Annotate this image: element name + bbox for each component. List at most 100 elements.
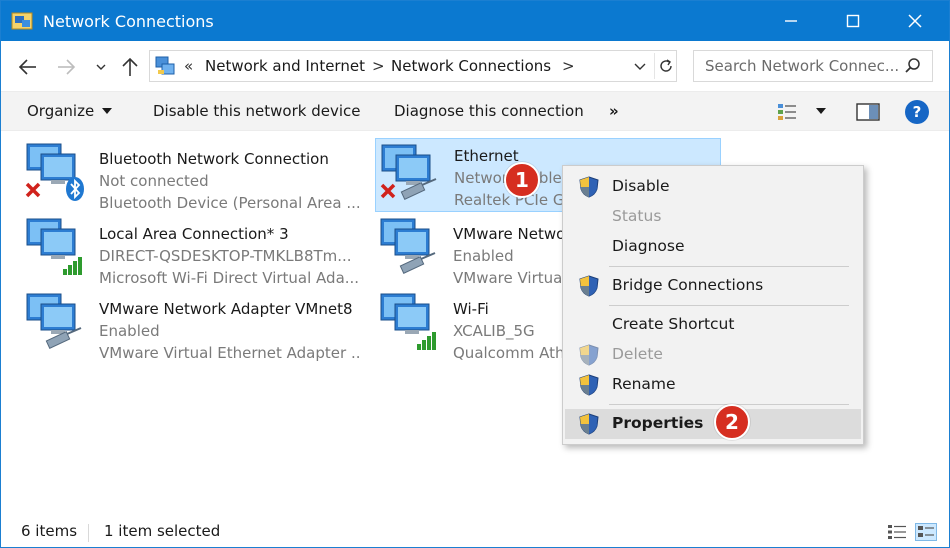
item-count: 6 items bbox=[21, 522, 78, 540]
more-commands-button[interactable]: » bbox=[609, 102, 619, 120]
tiles-view-icon[interactable] bbox=[915, 523, 937, 541]
bluetooth-icon bbox=[66, 177, 84, 201]
chevron-down-icon bbox=[634, 63, 646, 70]
network-adapter-icon bbox=[26, 293, 82, 349]
network-adapter-icon bbox=[380, 218, 436, 274]
connection-name: Bluetooth Network Connection bbox=[99, 150, 329, 168]
connection-name: Ethernet bbox=[454, 147, 519, 165]
refresh-button[interactable] bbox=[654, 53, 676, 79]
connection-device: Bluetooth Device (Personal Area ... bbox=[99, 194, 361, 212]
arrow-right-icon bbox=[58, 59, 76, 75]
uac-shield-icon bbox=[579, 344, 599, 366]
menu-item-disable[interactable]: Disable bbox=[565, 172, 861, 202]
minimize-icon bbox=[785, 20, 797, 22]
search-box[interactable]: Search Network Connec... bbox=[693, 50, 933, 82]
window: Network Connections « Network and Intern… bbox=[0, 0, 950, 548]
window-title: Network Connections bbox=[43, 12, 214, 31]
menu-item-diagnose[interactable]: Diagnose bbox=[565, 232, 861, 262]
connection-name: VMware Network Adapter VMnet8 bbox=[99, 300, 353, 318]
menu-item-bridge-connections[interactable]: Bridge Connections bbox=[565, 271, 861, 301]
maximize-icon bbox=[846, 14, 860, 28]
recent-locations-button[interactable] bbox=[93, 55, 109, 79]
uac-shield-icon bbox=[579, 275, 599, 297]
breadcrumb-separator[interactable]: > bbox=[562, 57, 575, 75]
address-dropdown-button[interactable] bbox=[634, 57, 646, 75]
menu-item-label: Disable bbox=[612, 177, 670, 195]
maximize-button[interactable] bbox=[823, 1, 883, 41]
wifi-signal-icon bbox=[63, 257, 82, 275]
network-folder-icon bbox=[11, 12, 33, 30]
breadcrumb-network-connections[interactable]: Network Connections bbox=[391, 57, 551, 75]
uac-shield-icon bbox=[579, 374, 599, 396]
view-options-dropdown[interactable] bbox=[816, 108, 826, 114]
menu-separator bbox=[609, 266, 849, 267]
close-icon bbox=[908, 14, 922, 28]
red-x-icon bbox=[380, 183, 396, 199]
back-button[interactable] bbox=[15, 55, 41, 79]
navigation-bar: « Network and Internet > Network Connect… bbox=[1, 41, 949, 91]
minimize-button[interactable] bbox=[761, 1, 821, 41]
up-button[interactable] bbox=[117, 55, 143, 79]
refresh-icon bbox=[659, 59, 672, 72]
status-separator bbox=[88, 524, 89, 542]
arrow-left-icon bbox=[18, 59, 36, 75]
command-bar: Organize Disable this network device Dia… bbox=[1, 91, 949, 131]
wifi-signal-icon bbox=[417, 332, 436, 350]
network-location-icon bbox=[155, 56, 175, 75]
menu-item-create-shortcut[interactable]: Create Shortcut bbox=[565, 310, 861, 340]
menu-item-label: Create Shortcut bbox=[612, 315, 735, 333]
status-bar: 6 items 1 item selected bbox=[1, 516, 949, 548]
menu-item-rename[interactable]: Rename bbox=[565, 370, 861, 400]
diagnose-connection-button[interactable]: Diagnose this connection bbox=[394, 102, 584, 120]
menu-item-label: Status bbox=[612, 207, 662, 225]
menu-separator bbox=[609, 305, 849, 306]
network-adapter-icon bbox=[25, 143, 84, 201]
connection-status: Enabled bbox=[99, 322, 160, 340]
connection-item-vmware-vmnet8[interactable]: VMware Network Adapter VMnet8 Enabled VM… bbox=[23, 290, 363, 362]
caret-down-icon bbox=[102, 108, 113, 114]
help-button[interactable]: ? bbox=[905, 100, 929, 124]
connection-name: Local Area Connection* 3 bbox=[99, 225, 289, 243]
breadcrumb-separator[interactable]: > bbox=[372, 57, 385, 75]
close-button[interactable] bbox=[885, 1, 945, 41]
menu-item-label: Bridge Connections bbox=[612, 276, 764, 294]
breadcrumb-network-and-internet[interactable]: Network and Internet bbox=[205, 57, 365, 75]
change-view-icon[interactable] bbox=[777, 102, 797, 122]
forward-button[interactable] bbox=[53, 55, 79, 79]
step-badge-2: 2 bbox=[714, 404, 750, 440]
connection-status: Not connected bbox=[99, 172, 209, 190]
uac-shield-icon bbox=[579, 413, 599, 435]
connection-status: DIRECT-QSDESKTOP-TMKLB8Tm... bbox=[99, 247, 352, 265]
menu-item-properties[interactable]: Properties bbox=[565, 409, 861, 439]
preview-pane-icon[interactable] bbox=[856, 102, 880, 122]
title-bar: Network Connections bbox=[1, 1, 949, 41]
menu-item-delete[interactable]: Delete bbox=[565, 340, 861, 370]
uac-shield-icon bbox=[579, 176, 599, 198]
breadcrumb-prefix[interactable]: « bbox=[184, 57, 193, 75]
step-badge-1: 1 bbox=[504, 162, 540, 198]
chevron-down-icon bbox=[96, 64, 106, 70]
search-icon[interactable] bbox=[904, 57, 922, 79]
connection-device: VMware Virtual Ethernet Adapter ... bbox=[99, 344, 361, 362]
organize-menu[interactable]: Organize bbox=[27, 102, 113, 120]
context-menu: Disable Status Diagnose Bridge Connectio… bbox=[562, 165, 864, 445]
details-view-icon[interactable] bbox=[887, 523, 907, 541]
disable-device-button[interactable]: Disable this network device bbox=[153, 102, 361, 120]
network-adapter-icon bbox=[380, 144, 437, 200]
network-adapter-icon bbox=[380, 293, 436, 350]
search-placeholder[interactable]: Search Network Connec... bbox=[705, 57, 901, 75]
connection-item-local-area-connection-3[interactable]: Local Area Connection* 3 DIRECT-QSDESKTO… bbox=[23, 215, 363, 287]
menu-item-label: Delete bbox=[612, 345, 663, 363]
arrow-up-icon bbox=[122, 57, 138, 76]
address-bar[interactable]: « Network and Internet > Network Connect… bbox=[149, 50, 677, 82]
network-adapter-icon bbox=[26, 218, 82, 275]
red-x-icon bbox=[25, 182, 41, 198]
menu-item-status[interactable]: Status bbox=[565, 202, 861, 232]
connection-device: Microsoft Wi-Fi Direct Virtual Ada... bbox=[99, 269, 360, 287]
selection-count: 1 item selected bbox=[104, 522, 221, 540]
organize-label: Organize bbox=[27, 102, 95, 120]
menu-item-label: Rename bbox=[612, 375, 676, 393]
connection-item-bluetooth[interactable]: Bluetooth Network Connection Not connect… bbox=[23, 140, 363, 212]
menu-item-label: Properties bbox=[612, 414, 704, 432]
menu-item-label: Diagnose bbox=[612, 237, 685, 255]
